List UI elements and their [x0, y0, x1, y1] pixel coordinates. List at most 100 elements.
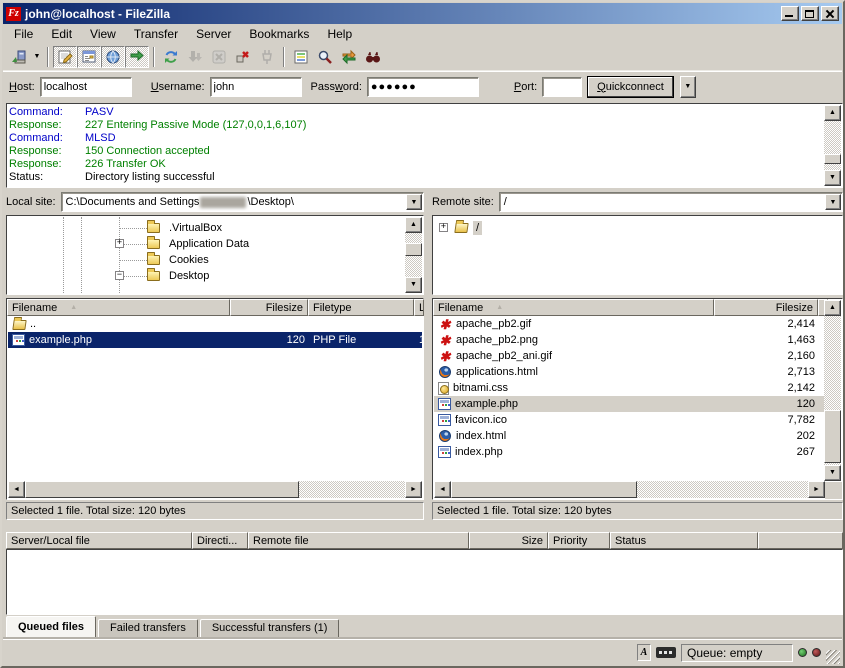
port-input[interactable]: [542, 77, 582, 97]
scroll-down-icon[interactable]: ▼: [824, 170, 841, 186]
column-header-filetype[interactable]: Filetype: [308, 299, 414, 316]
filter-button[interactable]: [313, 46, 337, 68]
file-row[interactable]: ✱apache_pb2.png 1,463: [434, 332, 824, 348]
log-scrollbar[interactable]: ▲ ▼: [824, 105, 841, 186]
site-manager-dropdown[interactable]: ▼: [31, 53, 43, 60]
file-row[interactable]: bitnami.css 2,142: [434, 380, 824, 396]
combo-dropdown-icon[interactable]: ▼: [406, 194, 422, 210]
scroll-up-icon[interactable]: ▲: [405, 217, 422, 233]
refresh-button[interactable]: [159, 46, 183, 68]
synchronized-browsing-button[interactable]: [337, 46, 361, 68]
file-row-example-php[interactable]: example.php 120 PHP File 1: [8, 332, 422, 348]
scrollbar-thumb[interactable]: [824, 410, 841, 464]
combo-dropdown-icon[interactable]: ▼: [825, 194, 841, 210]
host-input[interactable]: [40, 77, 132, 97]
menu-bookmarks[interactable]: Bookmarks: [240, 25, 318, 43]
column-header-direction[interactable]: Directi...: [192, 532, 248, 549]
tab-failed-transfers[interactable]: Failed transfers: [98, 619, 198, 638]
scroll-up-icon[interactable]: ▲: [824, 300, 841, 316]
column-header-status[interactable]: Status: [610, 532, 758, 549]
column-header-server-local-file[interactable]: Server/Local file: [6, 532, 192, 549]
file-row-selected[interactable]: example.php 120: [434, 396, 824, 412]
scrollbar-thumb[interactable]: [25, 481, 299, 498]
maximize-button[interactable]: [801, 6, 819, 21]
menu-help[interactable]: Help: [318, 25, 361, 43]
file-row[interactable]: favicon.ico 7,782: [434, 412, 824, 428]
title-bar[interactable]: Fz john@localhost - FileZilla: [3, 3, 842, 24]
filezilla-window: Fz john@localhost - FileZilla File Edit …: [0, 0, 845, 668]
disconnect-button[interactable]: [231, 46, 255, 68]
username-input[interactable]: [210, 77, 302, 97]
tab-successful-transfers[interactable]: Successful transfers (1): [200, 619, 340, 638]
menu-edit[interactable]: Edit: [42, 25, 81, 43]
toggle-message-log-button[interactable]: [53, 46, 77, 68]
collapse-icon[interactable]: −: [115, 271, 124, 280]
column-header-filesize[interactable]: Filesize: [714, 299, 818, 316]
file-row[interactable]: applications.html 2,713: [434, 364, 824, 380]
scroll-up-icon[interactable]: ▲: [824, 105, 841, 121]
column-header-priority[interactable]: Priority: [548, 532, 610, 549]
menu-transfer[interactable]: Transfer: [125, 25, 187, 43]
toggle-remote-tree-button[interactable]: [101, 46, 125, 68]
quickconnect-button[interactable]: Quickconnect: [587, 76, 674, 98]
column-header-filesize[interactable]: Filesize: [230, 299, 308, 316]
tree-item-virtualbox[interactable]: .VirtualBox: [8, 220, 422, 236]
menu-server[interactable]: Server: [187, 25, 240, 43]
queue-list[interactable]: [6, 549, 843, 615]
close-button[interactable]: [821, 6, 839, 21]
quickconnect-dropdown[interactable]: ▼: [680, 76, 696, 98]
tree-item-root[interactable]: + /: [434, 220, 841, 236]
remote-site-combobox[interactable]: / ▼: [499, 192, 843, 212]
local-tree-scrollbar[interactable]: ▲ ▼: [405, 217, 422, 293]
port-label: Port:: [514, 81, 537, 93]
menu-file[interactable]: File: [5, 25, 42, 43]
remote-list-header: Filename▲ Filesize: [433, 299, 825, 316]
scroll-down-icon[interactable]: ▼: [824, 465, 841, 481]
toggle-local-tree-button[interactable]: [77, 46, 101, 68]
scroll-left-icon[interactable]: ◄: [434, 481, 451, 498]
apache-image-icon: ✱: [438, 318, 452, 331]
remote-list-vscrollbar[interactable]: ▲ ▼: [824, 300, 841, 481]
scrollbar-thumb[interactable]: [451, 481, 637, 498]
speed-limit-indicator-icon[interactable]: [656, 647, 676, 658]
transfer-type-indicator[interactable]: A: [637, 644, 651, 661]
file-row[interactable]: index.php 267: [434, 444, 824, 460]
resize-grip[interactable]: [826, 650, 840, 664]
local-site-combobox[interactable]: C:\Documents and Settings\Desktop\ ▼: [61, 192, 424, 212]
remote-list-hscrollbar[interactable]: ◄ ►: [434, 481, 825, 498]
host-label: Host:: [9, 81, 35, 93]
scroll-right-icon[interactable]: ►: [405, 481, 422, 498]
file-row-parent[interactable]: ..: [8, 316, 422, 332]
site-manager-button[interactable]: [7, 46, 31, 68]
scrollbar-thumb[interactable]: [405, 243, 422, 256]
scroll-right-icon[interactable]: ►: [808, 481, 825, 498]
scroll-left-icon[interactable]: ◄: [8, 481, 25, 498]
toggle-transfer-queue-button[interactable]: [125, 46, 149, 68]
process-queue-button[interactable]: [183, 46, 207, 68]
column-header-filename[interactable]: Filename▲: [433, 299, 714, 316]
column-header-last-modified[interactable]: L: [414, 299, 424, 316]
file-row[interactable]: ✱apache_pb2_ani.gif 2,160: [434, 348, 824, 364]
column-header-filename[interactable]: Filename▲: [7, 299, 230, 316]
column-header-remote-file[interactable]: Remote file: [248, 532, 469, 549]
local-tree-icon: [81, 49, 97, 65]
cancel-button[interactable]: [207, 46, 231, 68]
scrollbar-thumb[interactable]: [824, 154, 841, 164]
expand-icon[interactable]: +: [439, 223, 448, 232]
menu-view[interactable]: View: [81, 25, 125, 43]
find-files-button[interactable]: [361, 46, 385, 68]
tree-item-desktop[interactable]: − Desktop: [8, 268, 422, 284]
scroll-down-icon[interactable]: ▼: [405, 277, 422, 293]
directory-comparison-button[interactable]: [289, 46, 313, 68]
minimize-button[interactable]: [781, 6, 799, 21]
column-header-size[interactable]: Size: [469, 532, 548, 549]
tree-item-cookies[interactable]: Cookies: [8, 252, 422, 268]
local-list-hscrollbar[interactable]: ◄ ►: [8, 481, 422, 498]
reconnect-button[interactable]: [255, 46, 279, 68]
file-row[interactable]: index.html 202: [434, 428, 824, 444]
file-row[interactable]: ✱apache_pb2.gif 2,414: [434, 316, 824, 332]
tab-queued-files[interactable]: Queued files: [6, 616, 96, 638]
tree-item-application-data[interactable]: + Application Data: [8, 236, 422, 252]
password-input[interactable]: [367, 77, 479, 97]
expand-icon[interactable]: +: [115, 239, 124, 248]
